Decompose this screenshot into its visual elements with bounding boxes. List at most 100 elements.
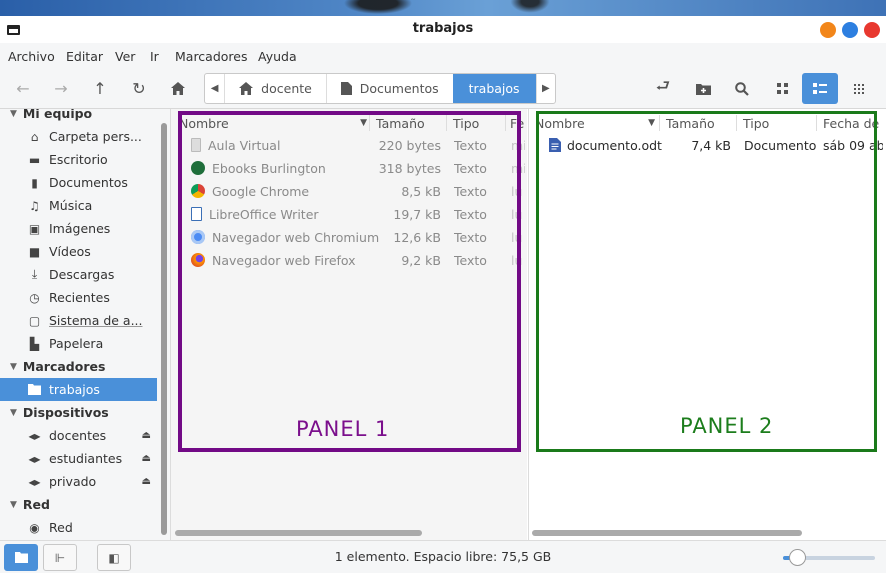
zoom-slider-handle[interactable] (788, 549, 806, 566)
sidebar-item-label: Red (49, 520, 73, 535)
sidebar-item-label: docentes (49, 428, 107, 443)
chevron-right-icon: ▶ (541, 83, 550, 94)
network-share-icon: ◂▸ (28, 451, 41, 466)
menu-bar: Archivo Editar Ver Ir Marcadores Ayuda (0, 43, 886, 69)
minimize-button[interactable] (820, 22, 836, 38)
sidebar-item-label: Documentos (49, 175, 128, 190)
eject-icon[interactable]: ⏏ (142, 430, 151, 441)
sidebar-item-label: Descargas (49, 267, 115, 282)
sidebar-item-docentes[interactable]: ◂▸ docentes ⏏ (0, 424, 157, 447)
chevron-left-icon: ◀ (210, 83, 219, 94)
panel-1-horizontal-scrollbar[interactable] (175, 530, 422, 536)
sidebar-item-papelera[interactable]: ▙ Papelera (0, 332, 157, 355)
forward-button[interactable]: → (46, 75, 76, 102)
menu-ver[interactable]: Ver (115, 49, 135, 64)
back-button[interactable]: ← (8, 75, 38, 102)
sidebar-section-marcadores[interactable]: ▼ Marcadores (10, 359, 105, 374)
menu-editar[interactable]: Editar (66, 49, 103, 64)
document-icon: ▮ (31, 175, 38, 190)
sidebar-item-videos[interactable]: ■ Vídeos (0, 240, 157, 263)
sidebar-item-label: Vídeos (49, 244, 91, 259)
desktop-background (0, 0, 886, 16)
network-share-icon: ◂▸ (28, 474, 41, 489)
panel-2-frame (536, 111, 877, 452)
sidebar-item-recientes[interactable]: ◷ Recientes (0, 286, 157, 309)
status-bar: ⊩ ◧ 1 elemento. Espacio libre: 75,5 GB (0, 540, 886, 573)
panel-1-label: PANEL 1 (296, 417, 390, 441)
close-button[interactable] (864, 22, 880, 38)
title-bar: trabajos (0, 16, 886, 43)
sidebar-scrollbar[interactable] (161, 123, 167, 535)
new-folder-button[interactable] (688, 75, 718, 102)
home-button[interactable] (163, 75, 193, 102)
sidebar-item-sistema[interactable]: ▢ Sistema de a... (0, 309, 157, 332)
sidebar-item-label: Recientes (49, 290, 110, 305)
sidebar-item-escritorio[interactable]: ▬ Escritorio (0, 148, 157, 171)
trash-icon: ▙ (29, 336, 40, 351)
sidebar-item-label: Música (49, 198, 93, 213)
sidebar-section-dispositivos[interactable]: ▼ Dispositivos (10, 405, 109, 420)
sidebar-item-label: trabajos (49, 382, 100, 397)
window-title: trabajos (412, 21, 474, 36)
desktop-icon: ▬ (28, 152, 41, 167)
sidebar-item-estudiantes[interactable]: ◂▸ estudiantes ⏏ (0, 447, 157, 470)
network-share-icon: ◂▸ (28, 428, 41, 443)
reload-button[interactable]: ↻ (124, 75, 154, 102)
new-folder-icon (695, 83, 711, 95)
sidebar-item-descargas[interactable]: ⤓ Descargas (0, 263, 157, 286)
eject-icon[interactable]: ⏏ (142, 476, 151, 487)
collapse-triangle-icon: ▼ (10, 407, 17, 418)
list-view-button[interactable] (802, 73, 838, 104)
download-icon: ⤓ (31, 267, 38, 281)
sidebar-section-equipo[interactable]: ▼ Mi equipo (10, 109, 92, 121)
clock-icon: ◷ (29, 290, 40, 305)
sidebar-item-trabajos[interactable]: trabajos (0, 378, 157, 401)
sidebar-item-red[interactable]: ◉ Red (0, 516, 157, 539)
menu-ir[interactable]: Ir (150, 49, 159, 64)
icon-view-button[interactable] (767, 75, 797, 102)
sidebar-item-imagenes[interactable]: ▣ Imágenes (0, 217, 157, 240)
section-label: Marcadores (22, 359, 106, 374)
breadcrumb-label: docente (261, 81, 312, 96)
sidebar-item-privado[interactable]: ◂▸ privado ⏏ (0, 470, 157, 493)
breadcrumb-documentos[interactable]: Documentos (327, 74, 453, 103)
dots-grid-icon (854, 83, 864, 94)
search-button[interactable] (727, 75, 757, 102)
sidebar-item-carpeta-personal[interactable]: ⌂ Carpeta pers... (0, 125, 157, 148)
sidebar: ▼ Mi equipo ⌂ Carpeta pers... ▬ Escritorio … (0, 109, 171, 540)
panel-1-frame (178, 111, 521, 452)
breadcrumb: ◀ docente Documentos trabajos ▶ (204, 73, 556, 104)
home-icon: ⌂ (30, 129, 39, 144)
section-label: Mi equipo (22, 109, 93, 121)
breadcrumb-left-arrow[interactable]: ◀ (205, 74, 224, 103)
breadcrumb-right-arrow[interactable]: ▶ (535, 74, 555, 103)
sidebar-section-red[interactable]: ▼ Red (10, 497, 50, 512)
breadcrumb-docente[interactable]: docente (225, 74, 326, 103)
menu-archivo[interactable]: Archivo (8, 49, 55, 64)
sidebar-item-documentos[interactable]: ▮ Documentos (0, 171, 157, 194)
compact-view-button[interactable] (844, 75, 874, 102)
redo-arrow-icon: ⮐ (655, 76, 671, 95)
breadcrumb-label: Documentos (359, 81, 439, 96)
forward-arrow-icon: → (54, 79, 68, 98)
panel-2-label: PANEL 2 (680, 414, 774, 438)
go-to-location-button[interactable]: ⮐ (648, 75, 678, 102)
eject-icon[interactable]: ⏏ (142, 453, 151, 464)
search-icon (735, 81, 749, 96)
maximize-button[interactable] (842, 22, 858, 38)
collapse-triangle-icon: ▼ (10, 361, 17, 372)
sidebar-item-label: estudiantes (49, 451, 123, 466)
grid-icon (776, 83, 788, 94)
sidebar-item-musica[interactable]: ♫ Música (0, 194, 157, 217)
up-button[interactable]: ↑ (85, 75, 115, 102)
menu-ayuda[interactable]: Ayuda (258, 49, 297, 64)
reload-icon: ↻ (132, 79, 146, 98)
menu-marcadores[interactable]: Marcadores (175, 49, 248, 64)
panel-2-horizontal-scrollbar[interactable] (532, 530, 802, 536)
list-icon (813, 82, 827, 94)
breadcrumb-trabajos[interactable]: trabajos (452, 74, 536, 103)
up-arrow-icon: ↑ (93, 79, 107, 98)
network-icon: ◉ (29, 520, 40, 535)
folder-icon (28, 383, 41, 396)
section-label: Red (22, 497, 50, 512)
